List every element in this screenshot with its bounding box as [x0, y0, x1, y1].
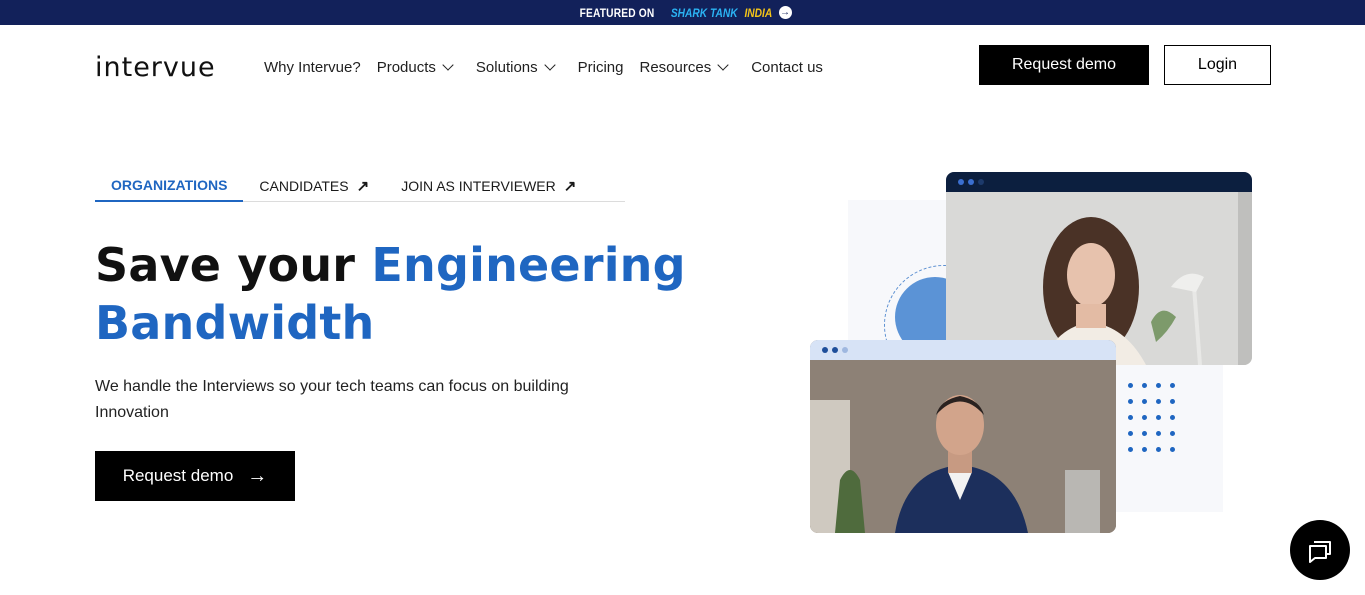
shark-tank-banner[interactable]: FEATURED ON SHARK TANK INDIA →: [0, 0, 1365, 25]
grid-dot-icon: [1156, 431, 1161, 436]
grid-dot-icon: [1142, 399, 1147, 404]
window-dot-icon: [832, 347, 838, 353]
grid-dot-icon: [1170, 447, 1175, 452]
nav-item-label: Products: [376, 59, 436, 76]
nav-item-label: Why Intervue?: [264, 59, 361, 76]
grid-dot-icon: [1128, 383, 1133, 388]
hero-title: Save your Engineering Bandwidth: [95, 236, 686, 352]
nav-item-label: Contact us: [751, 59, 823, 76]
nav-item-label: Pricing: [577, 59, 624, 76]
site-header: intervue Why Intervue? Products Solution…: [0, 25, 1365, 105]
hero-illustration: [800, 165, 1260, 545]
tab-label: JOIN AS INTERVIEWER: [401, 178, 556, 194]
video-window-interviewer-woman: [946, 172, 1252, 365]
grid-dot-icon: [1128, 431, 1133, 436]
tab-organizations[interactable]: ORGANIZATIONS: [95, 170, 244, 202]
request-demo-button[interactable]: Request demo: [979, 45, 1149, 85]
nav-item-resources[interactable]: Resources: [639, 59, 729, 76]
grid-dot-icon: [1142, 431, 1147, 436]
video-window-candidate-man: [810, 340, 1116, 533]
hero-title-accent-2: Bandwidth: [95, 296, 375, 350]
chevron-down-icon: [543, 59, 556, 71]
tab-join-as-interviewer[interactable]: JOIN AS INTERVIEWER ↗: [385, 170, 592, 202]
external-arrow-icon: ↗: [563, 178, 577, 195]
chat-icon: [1309, 541, 1331, 563]
nav-item-products[interactable]: Products: [376, 59, 454, 76]
grid-dot-icon: [1128, 399, 1133, 404]
window-dot-icon: [958, 179, 964, 185]
grid-dot-icon: [1128, 415, 1133, 420]
grid-dot-icon: [1156, 415, 1161, 420]
chevron-down-icon: [442, 59, 454, 71]
window-titlebar: [810, 340, 1116, 360]
banner-featured-text: FEATURED ON: [580, 5, 655, 20]
grid-dot-icon: [1128, 447, 1133, 452]
banner-brand-shark-tank: SHARK TANK: [671, 5, 738, 20]
hero-cta-label: Request demo: [122, 466, 234, 485]
chat-widget-button[interactable]: [1290, 520, 1350, 580]
grid-dot-icon: [1170, 415, 1175, 420]
login-button[interactable]: Login: [1164, 45, 1271, 85]
banner-brand-india: INDIA: [744, 5, 773, 20]
grid-dot-icon: [1170, 431, 1175, 436]
window-dot-icon: [842, 347, 848, 353]
hero-request-demo-button[interactable]: Request demo →: [95, 451, 295, 501]
external-arrow-icon: ↗: [356, 178, 370, 195]
tab-label: CANDIDATES: [259, 178, 349, 194]
audience-tabs: ORGANIZATIONS CANDIDATES ↗ JOIN AS INTER…: [95, 170, 625, 202]
window-dot-icon: [978, 179, 984, 185]
hero-subtitle: We handle the Interviews so your tech te…: [95, 378, 569, 421]
arrow-circle-icon: →: [778, 6, 792, 19]
intervue-logo[interactable]: intervue: [95, 52, 216, 83]
tab-label: ORGANIZATIONS: [111, 177, 228, 193]
grid-dot-icon: [1156, 399, 1161, 404]
chevron-down-icon: [717, 59, 729, 71]
grid-dot-icon: [1156, 383, 1161, 388]
nav-item-why-intervue[interactable]: Why Intervue?: [264, 59, 361, 76]
main-nav: Why Intervue? Products Solutions Pricing…: [264, 59, 823, 76]
window-dot-icon: [822, 347, 828, 353]
window-titlebar: [946, 172, 1252, 192]
hero-title-plain: Save your: [95, 238, 372, 292]
tab-candidates[interactable]: CANDIDATES ↗: [243, 170, 385, 202]
nav-item-contact-us[interactable]: Contact us: [751, 59, 823, 76]
window-dot-icon: [968, 179, 974, 185]
man-video-frame: [810, 360, 1116, 533]
nav-item-solutions[interactable]: Solutions: [475, 59, 556, 76]
grid-dot-icon: [1142, 415, 1147, 420]
nav-item-label: Resources: [639, 59, 712, 76]
nav-item-pricing[interactable]: Pricing: [578, 59, 624, 76]
grid-dot-icon: [1142, 383, 1147, 388]
arrow-right-icon: →: [247, 464, 268, 487]
grid-dot-icon: [1170, 383, 1175, 388]
grid-dot-icon: [1156, 447, 1161, 452]
nav-item-label: Solutions: [475, 59, 538, 76]
grid-dot-icon: [1170, 399, 1175, 404]
dot-grid-decoration: [1128, 383, 1175, 452]
grid-dot-icon: [1142, 447, 1147, 452]
hero-title-accent: Engineering: [371, 238, 686, 292]
